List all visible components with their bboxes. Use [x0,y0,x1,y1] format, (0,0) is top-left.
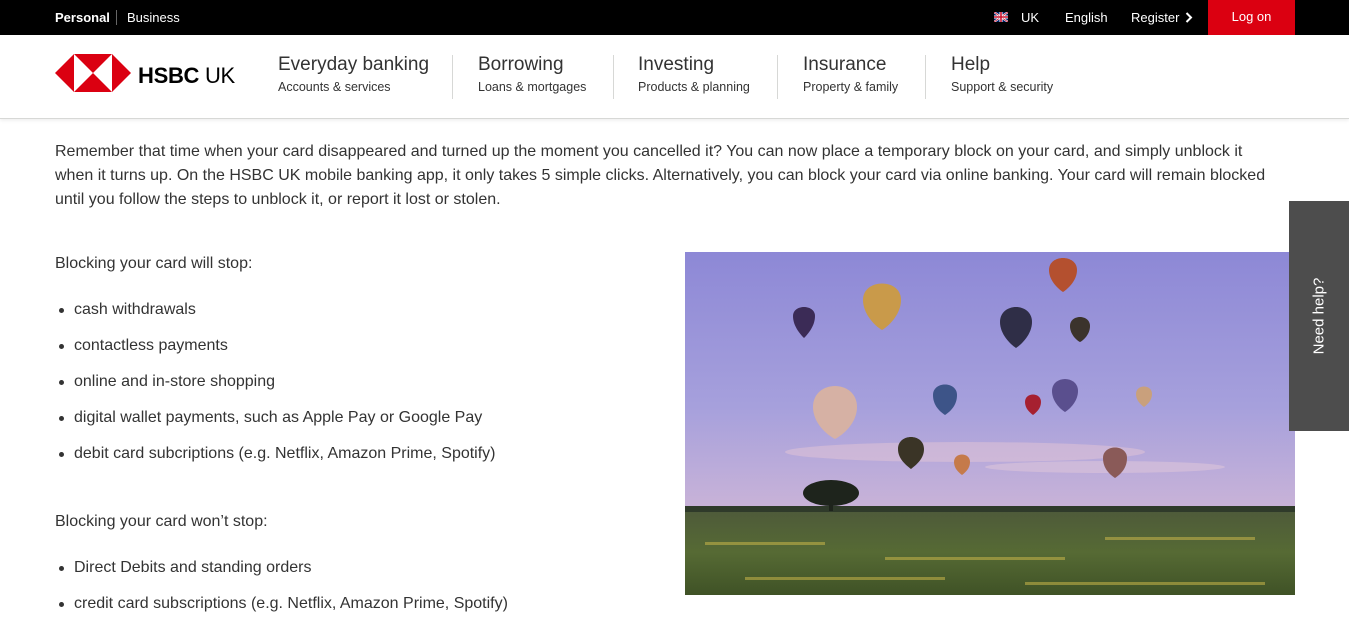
list-item: digital wallet payments, such as Apple P… [55,408,496,444]
brand-name-bold: HSBC [138,63,200,88]
nav-title: Investing [638,54,715,75]
uk-flag-icon[interactable] [994,12,1008,22]
top-utility-bar: Personal Business UK English Register Lo… [0,0,1349,35]
wont-stop-heading: Blocking your card won’t stop: [55,513,268,530]
nav-insurance[interactable]: Insurance Property & family [803,54,898,94]
wont-stop-list: Direct Debits and standing orders credit… [55,558,508,630]
brand-name-region: UK [204,63,235,88]
nav-separator [613,55,614,99]
nav-help[interactable]: Help Support & security [951,54,1053,94]
list-item: debit card subcriptions (e.g. Netflix, A… [55,444,496,480]
nav-subtitle: Accounts & services [278,80,391,94]
nav-subtitle: Property & family [803,80,899,94]
segment-divider [116,10,117,25]
nav-title: Insurance [803,54,887,75]
personal-segment-link[interactable]: Personal [55,10,110,25]
hot-air-balloons-photo [685,252,1295,595]
list-item: credit card subscriptions (e.g. Netflix,… [55,594,508,630]
nav-separator [777,55,778,99]
main-header: HSBC UK Everyday banking Accounts & serv… [0,35,1349,119]
language-selector[interactable]: English [1065,10,1108,25]
nav-borrowing[interactable]: Borrowing Loans & mortgages [478,54,586,94]
nav-subtitle: Loans & mortgages [478,80,587,94]
brand-wordmark[interactable]: HSBC UK [138,63,235,89]
need-help-tab[interactable]: Need help? [1289,201,1349,431]
register-link[interactable]: Register [1131,10,1179,25]
log-on-button[interactable]: Log on [1208,0,1295,35]
nav-title: Everyday banking [278,54,430,75]
intro-paragraph: Remember that time when your card disapp… [55,143,1266,208]
nav-separator [452,55,453,99]
country-selector[interactable]: UK [1021,10,1039,25]
list-item: online and in-store shopping [55,372,496,408]
will-stop-list: cash withdrawals contactless payments on… [55,300,496,480]
business-segment-link[interactable]: Business [127,10,180,25]
nav-title: Borrowing [478,54,564,75]
nav-everyday-banking[interactable]: Everyday banking Accounts & services [278,54,429,94]
chevron-right-icon [1185,12,1193,23]
nav-investing[interactable]: Investing Products & planning [638,54,750,94]
need-help-label: Need help? [1310,277,1328,355]
list-item: Direct Debits and standing orders [55,558,508,594]
nav-subtitle: Products & planning [638,80,750,94]
hsbc-hexagon-logo-icon[interactable] [55,54,131,92]
nav-separator [925,55,926,99]
nav-title: Help [951,54,991,75]
list-item: contactless payments [55,336,496,372]
nav-subtitle: Support & security [951,80,1054,94]
will-stop-heading: Blocking your card will stop: [55,255,253,272]
list-item: cash withdrawals [55,300,496,336]
